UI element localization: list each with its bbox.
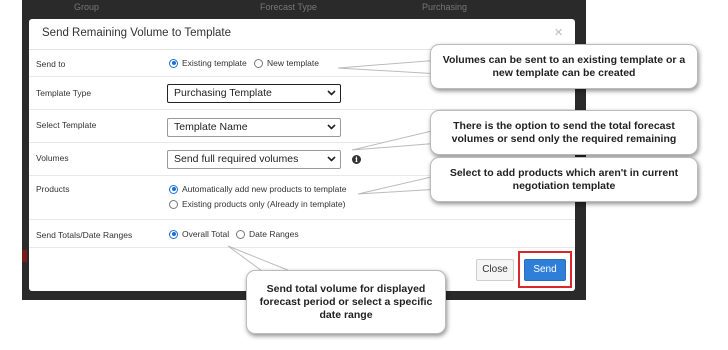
callout-date-range: Send total volume for displayed forecast… [246, 270, 446, 334]
callout-tail-volumes [351, 128, 441, 151]
callout-tail-date-range [227, 245, 291, 272]
callout-products: Select to add products which aren't in c… [430, 157, 698, 202]
callout-send-to: Volumes can be sent to an existing templ… [430, 44, 698, 89]
callout-volumes: There is the option to send the total fo… [430, 110, 698, 155]
callout-tail-send-to [337, 59, 441, 75]
callout-tail-products [357, 174, 441, 195]
